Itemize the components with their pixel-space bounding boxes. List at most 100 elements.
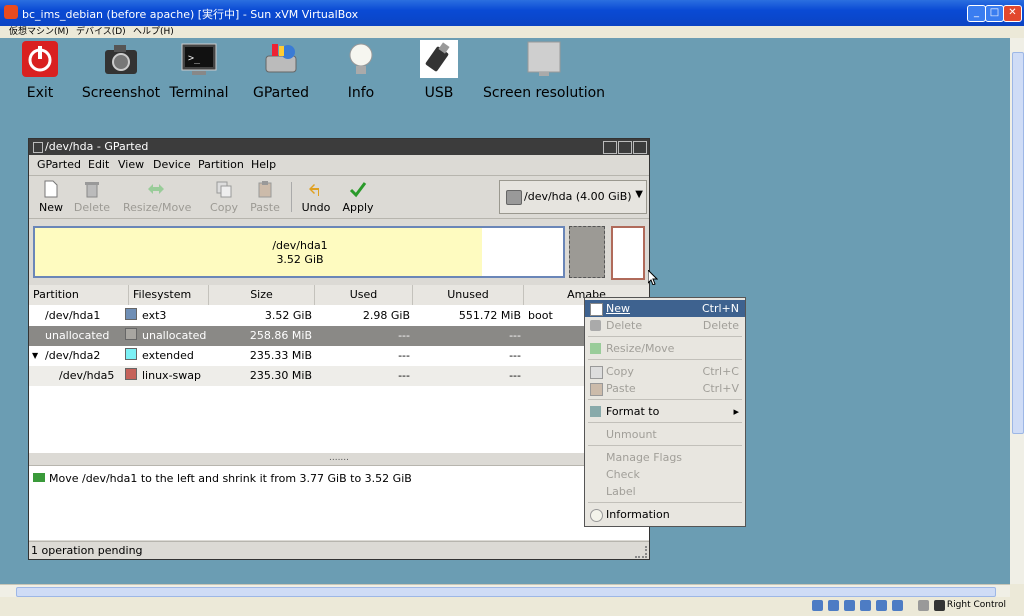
- column-header-partition[interactable]: Partition: [29, 285, 129, 305]
- partition-block-unallocated[interactable]: [569, 226, 605, 278]
- apply-button[interactable]: Apply: [341, 180, 375, 214]
- apply-button-label: Apply: [342, 201, 374, 214]
- table-row-selected[interactable]: unallocated unallocated 258.86 MiB --- -…: [29, 326, 649, 346]
- new-button[interactable]: New: [37, 180, 65, 214]
- undo-button[interactable]: Undo: [301, 180, 331, 214]
- filesystem-color-swatch: [125, 368, 137, 380]
- menu-device[interactable]: Device: [153, 158, 191, 171]
- vertical-scrollbar[interactable]: [1010, 38, 1024, 584]
- desktop-icon-terminal[interactable]: >_ Terminal: [168, 40, 230, 101]
- vm-screen[interactable]: Exit Screenshot >_ Terminal GParted Info…: [0, 38, 1010, 584]
- column-header-size[interactable]: Size: [209, 285, 315, 305]
- desktop-icon-usb[interactable]: USB: [418, 40, 460, 101]
- shared-folder-icon[interactable]: [892, 600, 903, 611]
- context-menu-label[interactable]: Label: [585, 483, 745, 500]
- pane-splitter-handle[interactable]: .......: [29, 454, 649, 464]
- context-menu: New Ctrl+N Delete Delete Resize/Move Cop…: [584, 297, 746, 527]
- usb-status-icon[interactable]: [876, 600, 887, 611]
- mouse-integration-icon[interactable]: [918, 600, 929, 611]
- menu-separator: [588, 422, 742, 423]
- gparted-minimize-button[interactable]: [603, 141, 617, 154]
- delete-button[interactable]: Delete: [73, 180, 111, 214]
- menu-separator: [588, 445, 742, 446]
- desktop-icon-exit[interactable]: Exit: [18, 40, 62, 101]
- copy-button-label: Copy: [210, 201, 238, 214]
- gparted-maximize-button[interactable]: [618, 141, 632, 154]
- menu-edit[interactable]: Edit: [88, 158, 109, 171]
- device-selector[interactable]: /dev/hda (4.00 GiB) ▼: [499, 180, 647, 214]
- context-menu-resize-move[interactable]: Resize/Move: [585, 340, 745, 357]
- operation-item[interactable]: Move /dev/hda1 to the left and shrink it…: [33, 472, 412, 485]
- partition-block-hda1[interactable]: /dev/hda1 3.52 GiB: [33, 226, 565, 278]
- minimize-button[interactable]: _: [967, 5, 986, 22]
- gparted-window: /dev/hda - GParted GParted Edit View Dev…: [28, 138, 650, 560]
- cell-used: 2.98 GiB: [362, 309, 410, 322]
- expander-arrow-icon[interactable]: ▼: [32, 346, 38, 366]
- column-header-unused[interactable]: Unused: [413, 285, 524, 305]
- column-header-filesystem[interactable]: Filesystem: [129, 285, 209, 305]
- table-row[interactable]: /dev/hda5 linux-swap 235.30 MiB --- ---: [29, 366, 649, 386]
- desktop-icon-gparted[interactable]: GParted: [250, 40, 312, 101]
- host-title-bar: bc_ims_debian (before apache) [実行中] - Su…: [0, 0, 1024, 26]
- menu-partition[interactable]: Partition: [198, 158, 244, 171]
- menu-view[interactable]: View: [118, 158, 144, 171]
- new-button-label: New: [39, 201, 63, 214]
- scrollbar-thumb[interactable]: [16, 587, 996, 597]
- partition-block-size: 3.52 GiB: [276, 253, 324, 266]
- menu-machine[interactable]: 仮想マシン(M): [9, 26, 69, 38]
- paste-button-label: Paste: [250, 201, 280, 214]
- context-menu-information[interactable]: Information: [585, 506, 745, 523]
- harddisk-status-icon[interactable]: [812, 600, 823, 611]
- move-arrow-icon: [33, 473, 45, 482]
- context-menu-paste[interactable]: Paste Ctrl+V: [585, 380, 745, 397]
- cell-size: 258.86 MiB: [249, 329, 312, 342]
- desktop-icon-screen-resolution[interactable]: Screen resolution: [480, 40, 608, 101]
- cell-partition: unallocated: [45, 329, 110, 342]
- menu-help[interactable]: ヘルプ(H): [133, 26, 174, 38]
- cell-partition: /dev/hda5: [59, 369, 115, 382]
- desktop-icon-info[interactable]: Info: [340, 40, 382, 101]
- horizontal-scrollbar[interactable]: [0, 584, 1010, 598]
- menu-item-label: Delete: [606, 319, 643, 332]
- cell-partition: /dev/hda1: [45, 309, 101, 322]
- resize-grip-icon[interactable]: [635, 546, 647, 558]
- maximize-button[interactable]: □: [985, 5, 1004, 22]
- menu-devices[interactable]: デバイス(D): [76, 26, 126, 38]
- context-menu-format-to[interactable]: Format to ▸: [585, 403, 745, 420]
- context-menu-delete[interactable]: Delete Delete: [585, 317, 745, 334]
- gparted-title-bar[interactable]: /dev/hda - GParted: [29, 139, 649, 155]
- context-menu-unmount[interactable]: Unmount: [585, 426, 745, 443]
- gparted-menubar: GParted Edit View Device Partition Help: [29, 155, 649, 176]
- paste-icon: [256, 180, 274, 198]
- monitor-icon: [525, 40, 563, 78]
- cdrom-status-icon[interactable]: [828, 600, 839, 611]
- cell-used: ---: [398, 349, 410, 362]
- context-menu-check[interactable]: Check: [585, 466, 745, 483]
- harddisk-icon: [506, 190, 522, 205]
- desktop-icon-screenshot[interactable]: Screenshot: [79, 40, 163, 101]
- desktop-icon-label: Screen resolution: [482, 85, 606, 101]
- floppy-status-icon[interactable]: [844, 600, 855, 611]
- column-header-used[interactable]: Used: [315, 285, 413, 305]
- menu-gparted[interactable]: GParted: [37, 158, 81, 171]
- window-menu-icon[interactable]: [33, 142, 43, 153]
- menu-item-shortcut: Delete: [702, 319, 739, 332]
- partition-block-extended[interactable]: [611, 226, 645, 280]
- copy-button[interactable]: Copy: [209, 180, 239, 214]
- close-button[interactable]: ✕: [1003, 5, 1022, 22]
- table-row[interactable]: ▼ /dev/hda2 extended 235.33 MiB --- ---: [29, 346, 649, 366]
- gparted-close-button[interactable]: [633, 141, 647, 154]
- table-row[interactable]: /dev/hda1 ext3 3.52 GiB 2.98 GiB 551.72 …: [29, 306, 649, 326]
- context-menu-copy[interactable]: Copy Ctrl+C: [585, 363, 745, 380]
- desktop-icon-label: Exit: [26, 85, 54, 101]
- network-status-icon[interactable]: [860, 600, 871, 611]
- paste-button[interactable]: Paste: [249, 180, 281, 214]
- scrollbar-thumb[interactable]: [1012, 52, 1024, 434]
- resize-move-button[interactable]: Resize/Move: [123, 180, 191, 214]
- keyboard-capture-icon[interactable]: [934, 600, 945, 611]
- menu-help[interactable]: Help: [251, 158, 276, 171]
- context-menu-new[interactable]: New Ctrl+N: [585, 300, 745, 317]
- context-menu-manage-flags[interactable]: Manage Flags: [585, 449, 745, 466]
- cell-used: ---: [398, 329, 410, 342]
- partition-graph: /dev/hda1 3.52 GiB: [29, 221, 649, 283]
